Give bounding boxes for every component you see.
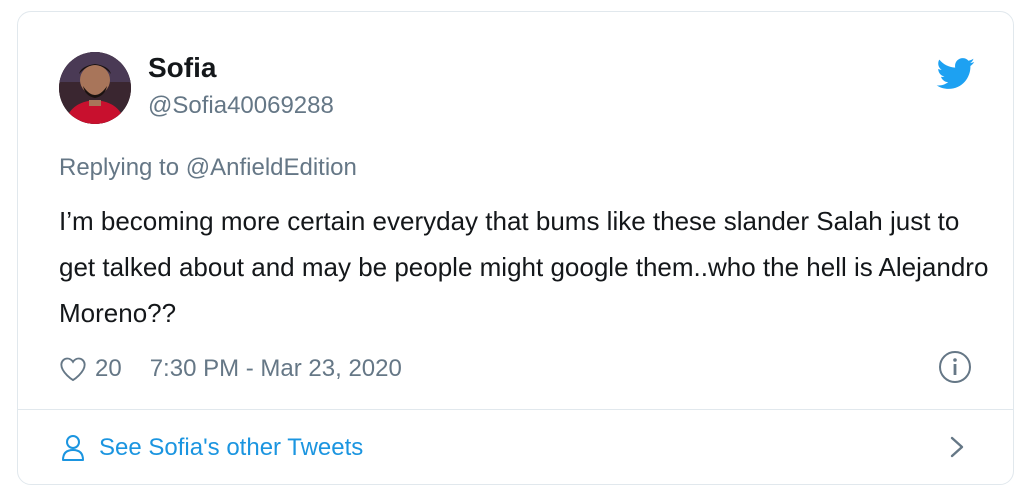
tweet-meta: 20 7:30 PM - Mar 23, 2020 bbox=[59, 352, 402, 386]
author-name[interactable]: Sofia bbox=[148, 52, 216, 84]
avatar[interactable] bbox=[59, 52, 131, 124]
replying-to: Replying to @AnfieldEdition bbox=[59, 154, 357, 182]
chevron-right-icon[interactable] bbox=[946, 432, 968, 462]
person-icon bbox=[62, 435, 84, 461]
like-count[interactable]: 20 bbox=[95, 355, 122, 383]
see-other-tweets-link[interactable]: See Sofia's other Tweets bbox=[61, 430, 363, 466]
author-handle[interactable]: @Sofia40069288 bbox=[148, 92, 334, 120]
tweet-text: I’m becoming more certain everyday that … bbox=[59, 206, 989, 328]
heart-icon[interactable] bbox=[59, 356, 87, 382]
timestamp[interactable]: 7:30 PM - Mar 23, 2020 bbox=[150, 355, 402, 383]
see-other-tweets-label[interactable]: See Sofia's other Tweets bbox=[99, 434, 363, 462]
tweet-card: Sofia @Sofia40069288 Replying to @Anfiel… bbox=[17, 11, 1014, 485]
replying-prefix: Replying to bbox=[59, 154, 186, 181]
info-icon[interactable] bbox=[938, 350, 972, 384]
twitter-bird-icon[interactable] bbox=[936, 58, 976, 90]
divider bbox=[18, 409, 1013, 410]
replying-mention-link[interactable]: @AnfieldEdition bbox=[186, 154, 357, 181]
